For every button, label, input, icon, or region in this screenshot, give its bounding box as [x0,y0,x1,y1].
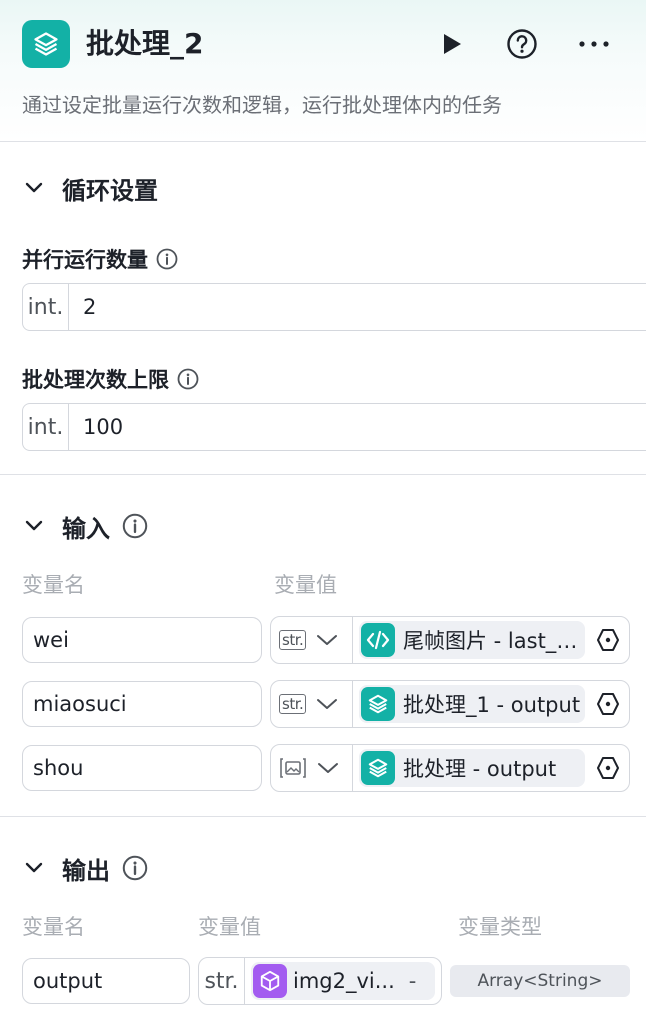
input-var-value[interactable]: str. 批处理_1 - output [270,680,630,728]
input-var-value[interactable]: 批处理 - output [270,744,630,792]
node-header: 批处理_2 通过设定批量运行次数和逻辑，运行批处理体内的任务 [0,0,646,142]
output-var-value[interactable]: str. img2_vi... - [198,957,442,1005]
variable-reference-chip[interactable]: 批处理 - output [359,749,585,787]
node-title[interactable]: 批处理_2 [86,24,203,64]
input-var-name[interactable]: miaosuci [22,681,262,727]
variable-ref-icon[interactable] [593,625,623,655]
help-button[interactable] [504,26,540,62]
output-col-name: 变量名 [22,915,85,939]
play-icon [444,34,461,54]
output-section-title: 输出 [62,856,110,885]
layers-icon [361,751,395,785]
node-description: 通过设定批量运行次数和逻辑，运行批处理体内的任务 [22,93,502,117]
chevron-down-icon[interactable] [22,514,46,538]
reference-text: 批处理 - output [403,757,557,781]
input-var-value[interactable]: str. 尾帧图片 - last_frame [270,616,630,664]
layers-icon [22,20,70,68]
variable-ref-icon[interactable] [593,753,623,783]
section-divider [0,474,646,475]
variable-reference-chip[interactable]: 尾帧图片 - last_frame [359,621,585,659]
chevron-down-icon[interactable] [22,176,46,200]
info-icon[interactable] [122,513,148,539]
limit-label-text: 批处理次数上限 [22,368,169,392]
info-icon[interactable] [156,248,178,270]
input-col-value: 变量值 [274,573,337,597]
batch-limit-value[interactable]: 100 [69,415,123,439]
parallel-count-input[interactable]: int. 2 [22,283,646,331]
reference-text: 尾帧图片 - last_frame [403,629,583,653]
loop-section-header[interactable]: 循环设置 [22,170,158,206]
loop-section-title: 循环设置 [62,176,158,205]
str-type-icon: str. [279,694,307,714]
cube-icon [253,964,287,998]
variable-ref-icon[interactable] [593,689,623,719]
output-col-type: 变量类型 [458,915,542,939]
layers-icon [361,687,395,721]
type-select[interactable]: str. [271,617,353,663]
info-icon[interactable] [122,855,148,881]
input-var-name[interactable]: wei [22,617,262,663]
input-var-name[interactable]: shou [22,745,262,791]
str-type-icon: str. [279,630,307,650]
input-col-name: 变量名 [22,573,85,597]
reference-suffix: - [408,969,417,993]
chevron-down-icon [317,699,338,709]
output-var-name[interactable]: output [22,958,190,1004]
output-type-badge: Array<String> [450,965,630,997]
batch-limit-input[interactable]: int. 100 [22,403,646,451]
info-icon[interactable] [177,368,199,390]
chevron-down-icon [317,635,338,645]
chevron-down-icon[interactable] [22,856,46,880]
image-type-icon [279,757,307,779]
parallel-label: 并行运行数量 [22,244,178,274]
variable-reference-chip[interactable]: img2_vi... - [251,962,435,1000]
parallel-count-value[interactable]: 2 [69,295,96,319]
reference-text: img2_vi... [293,969,395,993]
input-section-header[interactable]: 输入 [22,508,148,544]
code-icon [361,623,395,657]
type-select[interactable]: str. [271,681,353,727]
more-button[interactable] [576,26,612,62]
chevron-down-icon [318,763,338,773]
variable-reference-chip[interactable]: 批处理_1 - output [359,685,585,723]
int-type-tag: int. [23,404,69,450]
reference-text: 批处理_1 - output [403,693,581,717]
question-circle-icon [507,29,537,59]
more-icon [579,41,609,47]
section-divider [0,816,646,817]
input-section-title: 输入 [62,514,110,543]
run-button[interactable] [434,26,470,62]
parallel-label-text: 并行运行数量 [22,248,148,272]
int-type-tag: int. [23,284,69,330]
output-section-header[interactable]: 输出 [22,850,148,886]
type-select[interactable] [271,745,353,791]
output-col-value: 变量值 [198,915,261,939]
limit-label: 批处理次数上限 [22,364,199,394]
str-type-tag: str. [199,958,245,1004]
